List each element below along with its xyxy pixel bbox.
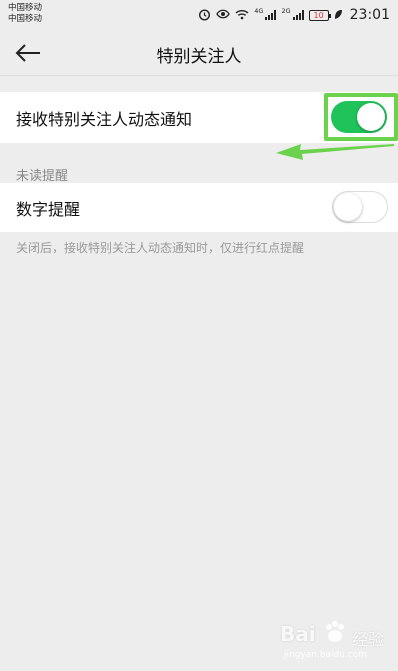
- watermark-url: jingyan.baidu.com: [284, 650, 368, 660]
- watermark-logo: Bai: [280, 622, 316, 646]
- paw-icon: [326, 621, 344, 642]
- hint-text: 关闭后，接收特别关注人动态通知时，仅进行红点提醒: [16, 241, 305, 255]
- toggle-knob: [334, 193, 362, 221]
- watermark: Bai 经验 jingyan.baidu.com: [276, 616, 394, 668]
- wifi-icon: [235, 9, 249, 22]
- network-type-1: 4G: [254, 7, 264, 15]
- status-icons: 4G 2G 10 23:01: [198, 6, 390, 24]
- pointer-arrow-icon: [276, 144, 394, 160]
- section-title: 未读提醒: [16, 169, 69, 184]
- alarm-icon: [198, 8, 211, 23]
- carrier-2: 中国移动: [8, 14, 43, 24]
- clock: 23:01: [349, 7, 390, 23]
- network-type-2: 2G: [281, 7, 291, 15]
- header: 特别关注人: [0, 30, 398, 76]
- eye-icon: [216, 9, 231, 21]
- watermark-text: 经验: [352, 630, 385, 649]
- battery-icon: 10: [308, 9, 331, 21]
- page-title: 特别关注人: [156, 47, 242, 67]
- signal-icon: [292, 10, 304, 20]
- carrier-1: 中国移动: [8, 3, 43, 13]
- battery-level: 10: [313, 10, 324, 20]
- status-bar: 中国移动 中国移动 4G 2G 10 23:01: [0, 0, 398, 30]
- number-reminder-toggle[interactable]: [332, 191, 388, 223]
- signal-icon: [265, 10, 277, 20]
- number-reminder-label: 数字提醒: [16, 199, 81, 219]
- carrier-labels: 中国移动 中国移动: [8, 3, 42, 25]
- highlight-box: [324, 93, 398, 141]
- notify-setting-label: 接收特别关注人动态通知: [16, 109, 193, 129]
- leaf-icon: [334, 9, 343, 22]
